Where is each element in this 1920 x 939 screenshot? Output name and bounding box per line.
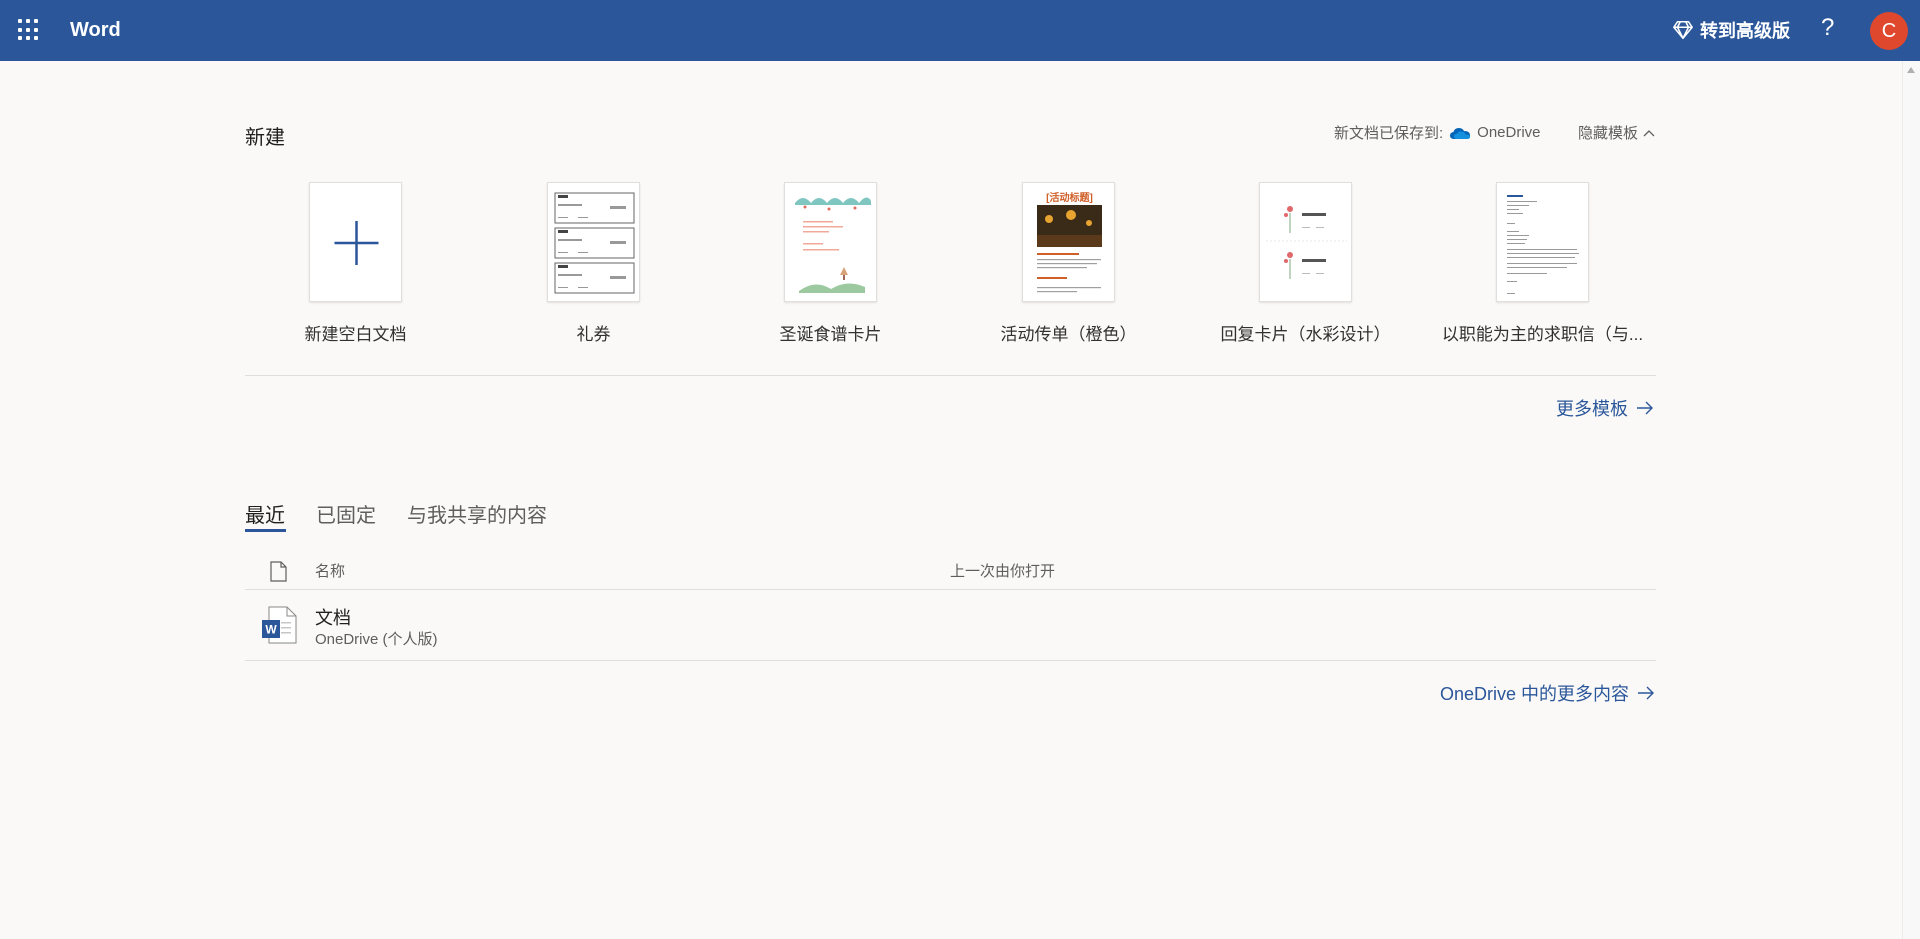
gift-certificate-thumbnail (547, 182, 640, 302)
save-location-target[interactable]: OneDrive (1477, 124, 1540, 141)
arrow-right-icon (1637, 401, 1653, 415)
more-templates-label: 更多模板 (1556, 399, 1628, 419)
template-label: 新建空白文档 (304, 325, 407, 344)
gift-certificate-graphic (554, 192, 635, 294)
app-name[interactable]: Word (70, 19, 121, 42)
tab-recent[interactable]: 最近 (245, 499, 285, 528)
template-blank-document[interactable]: 新建空白文档 (237, 182, 474, 345)
cover-letter-graphic (1507, 195, 1579, 294)
active-tab-indicator (245, 529, 286, 532)
template-gift-certificate[interactable]: 礼券 (475, 182, 712, 345)
cover-letter-thumbnail (1496, 182, 1589, 302)
go-premium-label: 转到高级版 (1700, 21, 1790, 41)
more-in-onedrive-link[interactable]: OneDrive 中的更多内容 (1440, 680, 1655, 706)
list-item[interactable]: W 文档 OneDrive (个人版) (245, 591, 1656, 660)
chevron-up-icon (1643, 129, 1655, 136)
template-cover-letter[interactable]: 以职能为主的求职信（与... (1424, 182, 1661, 345)
event-flyer-graphic (1037, 205, 1102, 293)
template-label: 回复卡片（水彩设计） (1220, 325, 1391, 344)
more-templates-link[interactable]: 更多模板 (1556, 395, 1654, 421)
list-row-divider (245, 660, 1656, 661)
word-file-icon: W (262, 606, 297, 644)
templates-divider (245, 375, 1656, 376)
go-premium-button[interactable]: 转到高级版 (1672, 17, 1790, 43)
christmas-recipe-graphic (795, 197, 871, 293)
top-bar: Word 转到高级版 ? C (0, 0, 1920, 61)
avatar[interactable]: C (1870, 12, 1908, 50)
template-christmas-recipe[interactable]: 圣诞食谱卡片 (712, 182, 949, 345)
scroll-up-arrow-icon[interactable] (1907, 67, 1915, 73)
new-section-title: 新建 (245, 127, 285, 149)
tab-shared-with-me[interactable]: 与我共享的内容 (407, 499, 547, 528)
tab-pinned[interactable]: 已固定 (316, 499, 376, 528)
column-header-last-opened[interactable]: 上一次由你打开 (950, 560, 1055, 581)
list-header-divider (245, 589, 1656, 590)
diamond-icon (1673, 20, 1693, 40)
file-location: OneDrive (个人版) (315, 631, 438, 648)
hide-templates-button[interactable]: 隐藏模板 (1578, 122, 1655, 143)
blank-document-thumbnail (309, 182, 402, 302)
template-label: 礼券 (576, 325, 611, 344)
help-button[interactable]: ? (1821, 14, 1834, 42)
event-flyer-thumbnail: [活动标题] (1022, 182, 1115, 302)
christmas-recipe-thumbnail (784, 182, 877, 302)
template-label: 圣诞食谱卡片 (779, 325, 882, 344)
file-name: 文档 (315, 608, 351, 628)
plus-icon (334, 221, 379, 265)
more-in-onedrive-label: OneDrive 中的更多内容 (1440, 684, 1630, 704)
app-launcher-icon[interactable] (18, 19, 40, 41)
svg-text:W: W (265, 623, 277, 637)
template-rsvp-card[interactable]: 回复卡片（水彩设计） (1187, 182, 1424, 345)
arrow-right-icon (1638, 686, 1655, 700)
column-header-name[interactable]: 名称 (315, 560, 345, 581)
rsvp-card-thumbnail (1259, 182, 1352, 302)
file-type-column-icon[interactable] (270, 561, 287, 582)
template-event-flyer[interactable]: [活动标题] 活动传单（橙色） (950, 182, 1187, 345)
template-label: 以职能为主的求职信（与... (1441, 325, 1644, 344)
scrollbar[interactable] (1902, 61, 1920, 939)
save-location-prefix: 新文档已保存到: (1334, 125, 1444, 142)
template-label: 活动传单（橙色） (1000, 325, 1137, 344)
onedrive-cloud-icon (1450, 127, 1471, 139)
save-location: 新文档已保存到: OneDrive (1334, 122, 1541, 143)
hide-templates-label: 隐藏模板 (1578, 125, 1639, 142)
rsvp-card-graphic (1266, 206, 1347, 279)
